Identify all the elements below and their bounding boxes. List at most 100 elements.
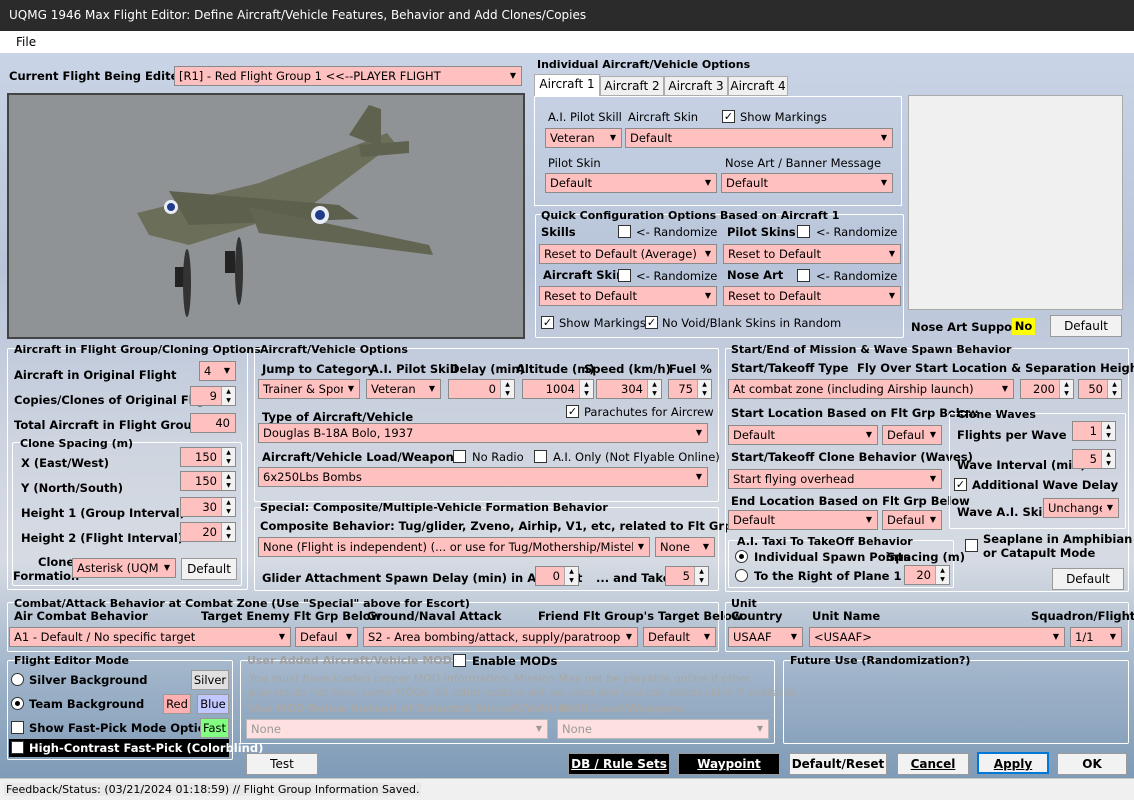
quick-skills-select[interactable]: Reset to Default (Average) ▼ — [539, 244, 717, 264]
spinner-arrows-icon[interactable]: ▲ ▼ — [647, 380, 661, 398]
waypoint-editor-button[interactable]: Waypoint Editor — [678, 753, 780, 791]
spinner-arrows-icon[interactable]: ▲ ▼ — [500, 380, 514, 398]
end-loc-select[interactable]: Default ▼ — [728, 510, 878, 530]
silver-bg-radio[interactable] — [11, 673, 24, 686]
individual-spawn-radio[interactable] — [735, 550, 748, 563]
spinner-arrows-icon[interactable]: ▲ ▼ — [564, 567, 578, 585]
spacing-y-spinner[interactable]: 150 ▲ ▼ — [180, 471, 236, 491]
flights-per-wave-spinner[interactable]: 1 ▲ ▼ — [1072, 421, 1116, 441]
db-rule-sets-button[interactable]: DB / Rule Sets — [568, 753, 670, 775]
clone-default-button[interactable]: Default — [181, 558, 237, 580]
parachutes-checkbox[interactable]: ✓ — [566, 405, 579, 418]
formation-select[interactable]: Asterisk (UQM ▼ — [72, 558, 176, 578]
end-loc-select-2[interactable]: Defaul ▼ — [882, 510, 942, 530]
red-button[interactable]: Red — [163, 694, 191, 714]
quick-aircraft-skins-select[interactable]: Reset to Default ▼ — [539, 286, 717, 306]
ind-nose-art-select[interactable]: Default ▼ — [721, 173, 893, 193]
ind-skin-select[interactable]: Default ▼ — [625, 128, 893, 148]
height2-spinner[interactable]: 20 ▲ ▼ — [180, 522, 236, 542]
ind-pilot-skin-select[interactable]: Default ▼ — [545, 173, 717, 193]
start-type-select[interactable]: At combat zone (including Airship launch… — [728, 379, 1014, 399]
orig-flight-select[interactable]: 4 ▼ — [199, 361, 236, 381]
friend-target-select[interactable]: Default ▼ — [643, 627, 716, 647]
composite-select[interactable]: None (Flight is independent) (... or use… — [258, 537, 650, 557]
right-of-plane-radio[interactable] — [735, 569, 748, 582]
unit-name-select[interactable]: <USAAF> ▼ — [809, 627, 1065, 647]
speed-spinner[interactable]: 304 ▲ ▼ — [596, 379, 662, 399]
spinner-arrows-icon[interactable]: ▲ ▼ — [579, 380, 593, 398]
additional-delay-checkbox[interactable]: ✓ — [954, 478, 967, 491]
spinner-arrows-icon[interactable]: ▲ ▼ — [221, 523, 235, 541]
copies-spinner[interactable]: 9 ▲ ▼ — [190, 386, 236, 406]
quick-pilot-skins-select[interactable]: Reset to Default ▼ — [723, 244, 901, 264]
mod-load-select[interactable]: None ▼ — [557, 719, 769, 739]
ai-only-checkbox[interactable] — [534, 450, 547, 463]
silver-button[interactable]: Silver — [191, 670, 229, 690]
spinner-arrows-icon[interactable]: ▲ ▼ — [697, 380, 711, 398]
fast-pick-checkbox[interactable] — [11, 721, 24, 734]
default-reset-button[interactable]: Default/Reset — [789, 753, 887, 775]
no-radio-checkbox[interactable] — [453, 450, 466, 463]
clone-behavior-select[interactable]: Start flying overhead ▼ — [728, 469, 942, 489]
takeoff-spinner[interactable]: 5 ▲ ▼ — [665, 566, 709, 586]
glider-delay-spinner[interactable]: 0 ▲ ▼ — [535, 566, 579, 586]
spinner-arrows-icon[interactable]: ▲ ▼ — [221, 387, 235, 405]
quick-no-void-checkbox[interactable]: ✓ — [645, 316, 658, 329]
composite-target-select[interactable]: None ▼ — [655, 537, 715, 557]
team-bg-radio[interactable] — [11, 697, 24, 710]
quick-aircraft-randomize-checkbox[interactable] — [618, 269, 631, 282]
delay-spinner[interactable]: 0 ▲ ▼ — [448, 379, 515, 399]
fast-button[interactable]: Fast — [200, 718, 229, 738]
quick-skills-randomize-checkbox[interactable] — [618, 225, 631, 238]
spinner-arrows-icon[interactable]: ▲ ▼ — [1059, 380, 1073, 398]
ground-attack-select[interactable]: S2 - Area bombing/attack, supply/paratro… — [363, 627, 638, 647]
height1-spinner[interactable]: 30 ▲ ▼ — [180, 497, 236, 517]
ind-pilot-skill-select[interactable]: Veteran ▼ — [545, 128, 622, 148]
menu-file[interactable]: File — [16, 35, 36, 49]
squadron-select[interactable]: 1/1 ▼ — [1070, 627, 1122, 647]
tab-aircraft-3[interactable]: Aircraft 3 — [664, 76, 728, 96]
quick-pilot-randomize-checkbox[interactable] — [797, 225, 810, 238]
spacing-x-spinner[interactable]: 150 ▲ ▼ — [180, 447, 236, 467]
fuel-spinner[interactable]: 75 ▲ ▼ — [668, 379, 712, 399]
target-enemy-select[interactable]: Defaul ▼ — [295, 627, 358, 647]
altitude-spinner[interactable]: 1004 ▲ ▼ — [522, 379, 594, 399]
spinner-arrows-icon[interactable]: ▲ ▼ — [1101, 450, 1115, 468]
right-of-plane-spinner[interactable]: 20 ▲ ▼ — [904, 565, 950, 585]
load-select[interactable]: 6x250Lbs Bombs ▼ — [258, 467, 708, 487]
start-loc-select-2[interactable]: Defaul ▼ — [882, 425, 942, 445]
air-combat-select[interactable]: A1 - Default / No specific target ▼ — [9, 627, 291, 647]
spinner-arrows-icon[interactable]: ▲ ▼ — [221, 498, 235, 516]
quick-nose-randomize-checkbox[interactable] — [797, 269, 810, 282]
spinner-arrows-icon[interactable]: ▲ ▼ — [1107, 380, 1121, 398]
fly-over-height-b-spinner[interactable]: 50 ▲ ▼ — [1078, 379, 1122, 399]
current-flight-select[interactable]: [R1] - Red Flight Group 1 <<--PLAYER FLI… — [174, 66, 522, 86]
acv-skill-select[interactable]: Veteran ▼ — [366, 379, 441, 399]
cancel-button[interactable]: Cancel — [897, 753, 969, 775]
tab-aircraft-1[interactable]: Aircraft 1 — [534, 74, 600, 97]
ind-show-markings-checkbox[interactable]: ✓ — [722, 110, 735, 123]
spinner-arrows-icon[interactable]: ▲ ▼ — [935, 566, 949, 584]
apply-button[interactable]: Apply — [977, 752, 1049, 774]
tab-aircraft-4[interactable]: Aircraft 4 — [728, 76, 788, 96]
spinner-arrows-icon[interactable]: ▲ ▼ — [1101, 422, 1115, 440]
fly-over-height-a-spinner[interactable]: 200 ▲ ▼ — [1020, 379, 1074, 399]
jump-category-select[interactable]: Trainer & Spor ▼ — [258, 379, 360, 399]
wave-skills-select[interactable]: Unchange ▼ — [1043, 498, 1119, 518]
start-end-default-button[interactable]: Default — [1052, 568, 1124, 590]
start-loc-select[interactable]: Default ▼ — [728, 425, 878, 445]
aircraft-type-select[interactable]: Douglas B-18A Bolo, 1937 ▼ — [258, 423, 708, 443]
enable-mods-checkbox[interactable] — [453, 654, 466, 667]
nose-art-default-button[interactable]: Default — [1050, 315, 1122, 337]
tab-aircraft-2[interactable]: Aircraft 2 — [600, 76, 664, 96]
quick-show-markings-checkbox[interactable]: ✓ — [541, 316, 554, 329]
blue-button[interactable]: Blue — [197, 694, 229, 714]
wave-interval-spinner[interactable]: 5 ▲ ▼ — [1072, 449, 1116, 469]
country-select[interactable]: USAAF ▼ — [728, 627, 803, 647]
ok-button[interactable]: OK — [1057, 753, 1127, 775]
seaplane-checkbox[interactable] — [965, 539, 978, 552]
mod-select[interactable]: None ▼ — [246, 719, 548, 739]
test-button[interactable]: Test — [246, 753, 318, 775]
spinner-arrows-icon[interactable]: ▲ ▼ — [221, 448, 235, 466]
quick-nose-art-select[interactable]: Reset to Default ▼ — [723, 286, 901, 306]
